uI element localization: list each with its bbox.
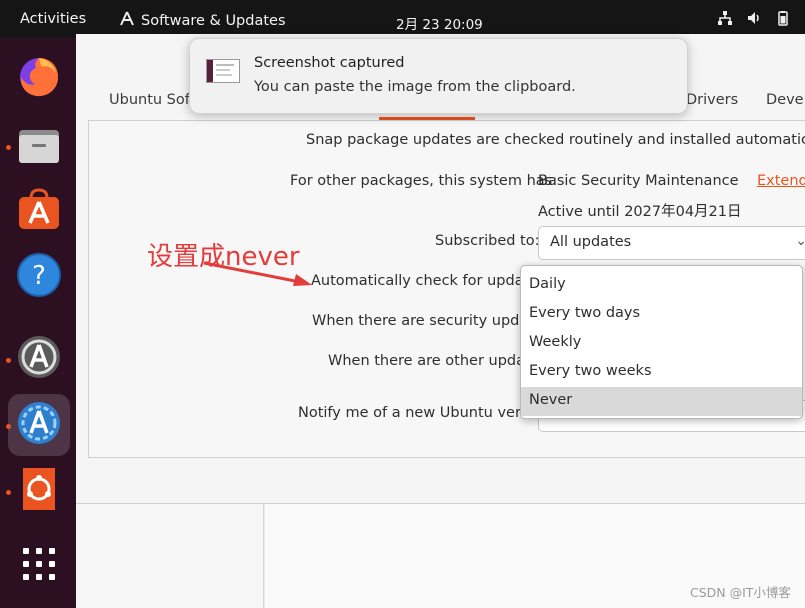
extend-link[interactable]: Extend	[757, 173, 805, 189]
notification-body: You can paste the image from the clipboa…	[254, 79, 576, 95]
option-daily[interactable]: Daily	[521, 271, 802, 300]
ubuntu-software-icon	[16, 186, 62, 236]
volume-icon[interactable]	[746, 10, 762, 30]
security-updates-label: When there are security update	[312, 313, 543, 329]
software-properties-icon	[16, 400, 62, 450]
background-sidebar	[76, 504, 264, 608]
auto-check-dropdown-menu: Daily Every two days Weekly Every two we…	[520, 265, 803, 419]
screenshot-thumbnail	[206, 59, 240, 83]
tab-ubuntu-software[interactable]: Ubuntu Soft	[109, 92, 195, 108]
files-icon	[16, 122, 62, 172]
other-packages-label: For other packages, this system has:	[290, 173, 558, 189]
maintenance-value: Basic Security Maintenance	[538, 173, 739, 189]
dock-help[interactable]: ?	[8, 246, 70, 308]
dock-software-updater[interactable]	[8, 328, 70, 390]
subscribed-value: All updates	[550, 234, 632, 250]
dock-software-properties[interactable]	[8, 394, 70, 456]
network-icon[interactable]	[717, 10, 733, 30]
option-every-two-days[interactable]: Every two days	[521, 300, 802, 329]
option-never[interactable]: Never	[521, 387, 802, 416]
dock-show-apps[interactable]	[8, 535, 70, 597]
top-bar: Activities Software & Updates 2月 23 20:0…	[0, 0, 805, 38]
running-indicator	[6, 490, 11, 495]
running-indicator	[6, 145, 11, 150]
notify-version-label: Notify me of a new Ubuntu versio	[298, 405, 542, 421]
clock[interactable]: 2月 23 20:09	[396, 13, 483, 33]
software-properties-icon	[119, 11, 135, 31]
active-until-text: Active until 2027年04月21日	[538, 204, 742, 220]
app-menu[interactable]: Software & Updates	[119, 11, 286, 31]
auto-check-label: Automatically check for update	[311, 273, 539, 289]
running-indicator	[6, 424, 11, 429]
dock-ubuntu-installer[interactable]	[8, 460, 70, 522]
notification-title: Screenshot captured	[254, 55, 405, 71]
software-updater-icon	[16, 334, 62, 384]
battery-icon[interactable]	[775, 10, 791, 30]
dock-ubuntu-software[interactable]	[8, 180, 70, 242]
svg-text:?: ?	[32, 261, 46, 291]
watermark: CSDN @IT小博客	[690, 585, 791, 600]
system-tray[interactable]	[717, 10, 791, 30]
tab-developer[interactable]: Devel	[766, 92, 805, 108]
annotation-arrow	[203, 261, 312, 286]
other-updates-label: When there are other update	[328, 353, 540, 369]
running-indicator	[6, 358, 11, 363]
screenshot-notification[interactable]: Screenshot captured You can paste the im…	[189, 38, 688, 114]
subscribed-label: Subscribed to:	[435, 233, 540, 249]
subscribed-dropdown[interactable]: All updates ⌄	[538, 226, 805, 260]
app-menu-label: Software & Updates	[141, 13, 286, 29]
option-every-two-weeks[interactable]: Every two weeks	[521, 358, 802, 387]
dock-firefox[interactable]	[8, 47, 70, 109]
ubuntu-installer-icon	[16, 466, 62, 516]
firefox-icon	[16, 53, 62, 103]
activities-button[interactable]: Activities	[20, 11, 86, 27]
option-weekly[interactable]: Weekly	[521, 329, 802, 358]
show-apps-icon	[22, 547, 56, 585]
chevron-down-icon: ⌄	[795, 233, 805, 249]
snap-info-text: Snap package updates are checked routine…	[306, 132, 805, 148]
dock-files[interactable]	[8, 116, 70, 178]
help-icon: ?	[16, 252, 62, 302]
tab-drivers[interactable]: Drivers	[686, 92, 738, 108]
dock: ?	[0, 38, 76, 608]
